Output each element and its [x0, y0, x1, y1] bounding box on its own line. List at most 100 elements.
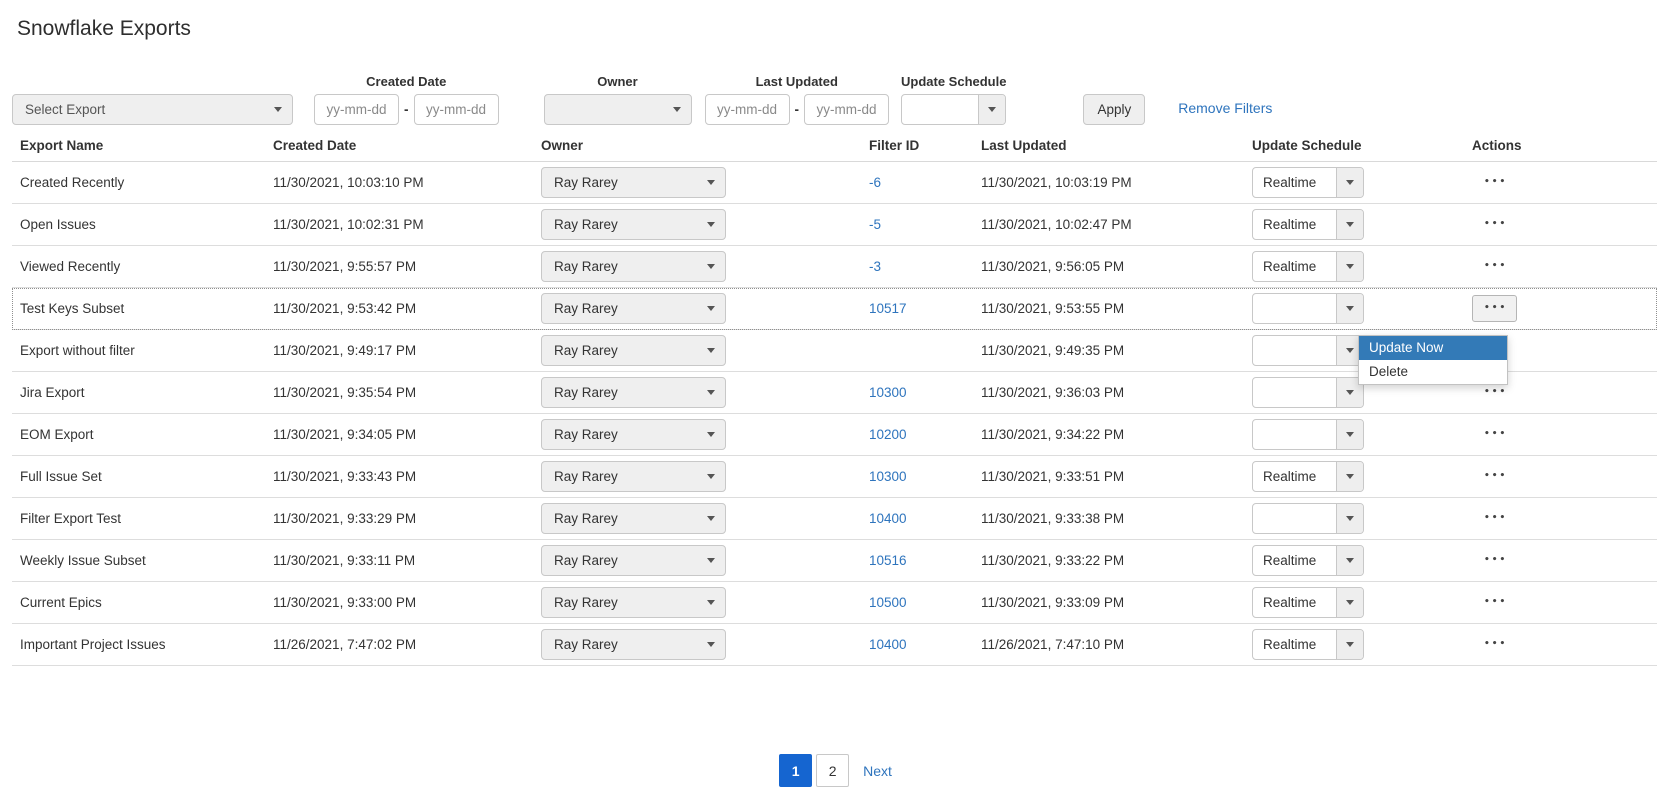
row-actions-button[interactable]: ••• — [1472, 211, 1517, 238]
owner-select[interactable]: Ray Rarey — [541, 335, 726, 366]
chevron-down-icon[interactable] — [1336, 630, 1363, 659]
owner-select[interactable]: Ray Rarey — [541, 587, 726, 618]
update-schedule-select[interactable] — [1252, 503, 1364, 534]
update-schedule-select[interactable]: Realtime — [1252, 545, 1364, 576]
snowflake-exports-page: Snowflake Exports Select Export Created … — [0, 0, 1677, 787]
owner-select[interactable]: Ray Rarey — [541, 629, 726, 660]
row-actions-button[interactable]: ••• — [1472, 421, 1517, 448]
owner-select[interactable]: Ray Rarey — [541, 503, 726, 534]
owner-select-value: Ray Rarey — [554, 511, 618, 526]
filter-id-link[interactable]: 10517 — [869, 301, 907, 316]
row-actions-button[interactable]: ••• — [1472, 505, 1517, 532]
header-update-schedule: Update Schedule — [1252, 138, 1462, 153]
chevron-down-icon[interactable] — [1336, 252, 1363, 281]
chevron-down-icon[interactable] — [1336, 420, 1363, 449]
owner-filter-dropdown[interactable] — [544, 94, 692, 125]
table-row: Full Issue Set 11/30/2021, 9:33:43 PM Ra… — [12, 456, 1657, 498]
filter-id-link[interactable]: 10516 — [869, 553, 907, 568]
filter-id-link[interactable]: 10500 — [869, 595, 907, 610]
update-schedule-filter-dropdown[interactable] — [901, 94, 1006, 125]
table-header-row: Export Name Created Date Owner Filter ID… — [12, 129, 1657, 162]
owner-select[interactable]: Ray Rarey — [541, 209, 726, 240]
owner-select[interactable]: Ray Rarey — [541, 461, 726, 492]
menu-item-update-now[interactable]: Update Now — [1359, 336, 1507, 360]
filter-id-link[interactable]: -6 — [869, 175, 881, 190]
created-date: 11/30/2021, 9:33:00 PM — [273, 595, 541, 610]
page-button-1[interactable]: 1 — [779, 754, 812, 787]
owner-select[interactable]: Ray Rarey — [541, 545, 726, 576]
chevron-down-icon — [707, 390, 715, 395]
filter-id-link[interactable]: 10300 — [869, 385, 907, 400]
next-page-link[interactable]: Next — [863, 763, 892, 779]
update-schedule-select[interactable] — [1252, 419, 1364, 450]
filter-id-link[interactable]: 10300 — [869, 469, 907, 484]
chevron-down-icon[interactable] — [1336, 588, 1363, 617]
row-actions-button[interactable]: ••• — [1472, 547, 1517, 574]
row-actions-button[interactable]: ••• — [1472, 631, 1517, 658]
chevron-down-icon[interactable] — [1336, 504, 1363, 533]
update-schedule-select[interactable] — [1252, 293, 1364, 324]
header-owner: Owner — [541, 138, 869, 153]
chevron-down-icon[interactable] — [978, 95, 1005, 124]
last-updated-to-input[interactable] — [804, 94, 889, 125]
chevron-down-icon — [707, 516, 715, 521]
chevron-down-icon[interactable] — [1336, 462, 1363, 491]
apply-button[interactable]: Apply — [1083, 94, 1145, 125]
created-date: 11/30/2021, 9:55:57 PM — [273, 259, 541, 274]
update-schedule-select[interactable] — [1252, 377, 1364, 408]
row-actions-button[interactable]: ••• — [1472, 253, 1517, 280]
update-schedule-select[interactable]: Realtime — [1252, 167, 1364, 198]
filter-id-link[interactable]: -3 — [869, 259, 881, 274]
date-range-separator: - — [795, 102, 800, 117]
created-date: 11/30/2021, 10:02:31 PM — [273, 217, 541, 232]
filter-id-link[interactable]: 10400 — [869, 637, 907, 652]
owner-select[interactable]: Ray Rarey — [541, 293, 726, 324]
chevron-down-icon[interactable] — [1336, 210, 1363, 239]
row-actions-button[interactable]: ••• — [1472, 169, 1517, 196]
export-name: Important Project Issues — [12, 637, 273, 652]
last-updated-from-input[interactable] — [705, 94, 790, 125]
created-date-to-input[interactable] — [414, 94, 499, 125]
update-schedule-select[interactable]: Realtime — [1252, 629, 1364, 660]
table-row-focused: Test Keys Subset 11/30/2021, 9:53:42 PM … — [12, 288, 1657, 330]
owner-select[interactable]: Ray Rarey — [541, 251, 726, 282]
owner-select[interactable]: Ray Rarey — [541, 167, 726, 198]
update-schedule-value: Realtime — [1253, 168, 1336, 197]
chevron-down-icon — [707, 222, 715, 227]
update-schedule-value — [1253, 504, 1336, 533]
last-updated: 11/30/2021, 10:02:47 PM — [981, 217, 1252, 232]
table-row: Important Project Issues 11/26/2021, 7:4… — [12, 624, 1657, 666]
chevron-down-icon — [274, 107, 282, 112]
last-updated: 11/30/2021, 9:33:09 PM — [981, 595, 1252, 610]
chevron-down-icon[interactable] — [1336, 168, 1363, 197]
page-title: Snowflake Exports — [17, 16, 1657, 42]
export-name: Created Recently — [12, 175, 273, 190]
owner-select-value: Ray Rarey — [554, 595, 618, 610]
created-date-from-input[interactable] — [314, 94, 399, 125]
export-name: Current Epics — [12, 595, 273, 610]
owner-select[interactable]: Ray Rarey — [541, 419, 726, 450]
row-actions-button[interactable]: ••• — [1472, 589, 1517, 616]
owner-select[interactable]: Ray Rarey — [541, 377, 726, 408]
update-schedule-select[interactable]: Realtime — [1252, 209, 1364, 240]
update-schedule-select[interactable]: Realtime — [1252, 461, 1364, 492]
last-updated: 11/30/2021, 9:33:38 PM — [981, 511, 1252, 526]
owner-select-value: Ray Rarey — [554, 301, 618, 316]
update-schedule-select[interactable] — [1252, 335, 1364, 366]
chevron-down-icon[interactable] — [1336, 546, 1363, 575]
menu-item-delete[interactable]: Delete — [1359, 360, 1507, 384]
filter-id-link[interactable]: 10200 — [869, 427, 907, 442]
update-schedule-value: Realtime — [1253, 630, 1336, 659]
row-actions-button[interactable]: ••• — [1472, 463, 1517, 490]
page-button-2[interactable]: 2 — [816, 754, 849, 787]
owner-select-value: Ray Rarey — [554, 637, 618, 652]
export-name: Export without filter — [12, 343, 273, 358]
select-export-dropdown[interactable]: Select Export — [12, 94, 293, 125]
chevron-down-icon[interactable] — [1336, 294, 1363, 323]
update-schedule-select[interactable]: Realtime — [1252, 251, 1364, 282]
row-actions-button-active[interactable]: ••• — [1472, 295, 1517, 322]
filter-id-link[interactable]: 10400 — [869, 511, 907, 526]
remove-filters-link[interactable]: Remove Filters — [1178, 93, 1272, 125]
update-schedule-select[interactable]: Realtime — [1252, 587, 1364, 618]
filter-id-link[interactable]: -5 — [869, 217, 881, 232]
